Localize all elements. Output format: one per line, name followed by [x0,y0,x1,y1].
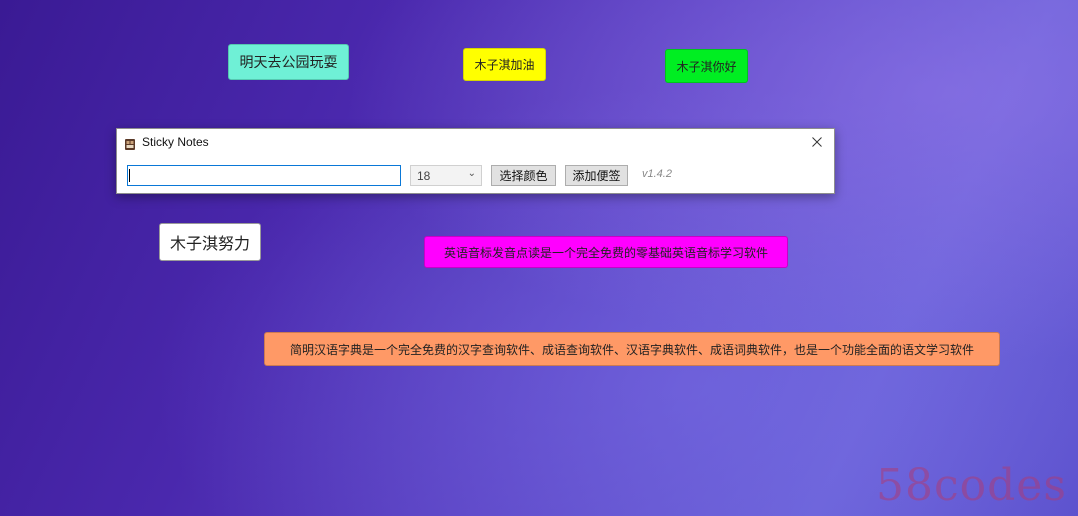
sticky-notes-window: Sticky Notes 18 ⌄ 选择颜色 添加便签 v1.4.2 [116,128,835,194]
app-icon [124,136,136,150]
add-note-button[interactable]: 添加便签 [565,165,628,186]
title-bar[interactable]: Sticky Notes [117,129,834,157]
window-title: Sticky Notes [142,135,209,149]
sticky-note[interactable]: 木子淇加油 [463,48,546,81]
version-label: v1.4.2 [642,168,672,180]
close-icon [812,137,822,147]
font-size-value: 18 [417,169,431,183]
close-button[interactable] [808,133,826,151]
sticky-note[interactable]: 简明汉语字典是一个完全免费的汉字查询软件、成语查询软件、汉语字典软件、成语词典软… [264,332,1000,366]
font-size-select[interactable]: 18 ⌄ [410,165,482,186]
sticky-note[interactable]: 英语音标发音点读是一个完全免费的零基础英语音标学习软件 [424,236,788,268]
sticky-note[interactable]: 木子淇努力 [159,223,261,261]
watermark: 58codes [876,460,1067,511]
sticky-note[interactable]: 木子淇你好 [665,49,748,83]
sticky-note[interactable]: 明天去公园玩耍 [228,44,349,80]
text-caret [129,169,130,182]
chevron-down-icon: ⌄ [467,168,476,179]
choose-color-button[interactable]: 选择颜色 [491,165,556,186]
note-text-input[interactable] [127,165,401,186]
